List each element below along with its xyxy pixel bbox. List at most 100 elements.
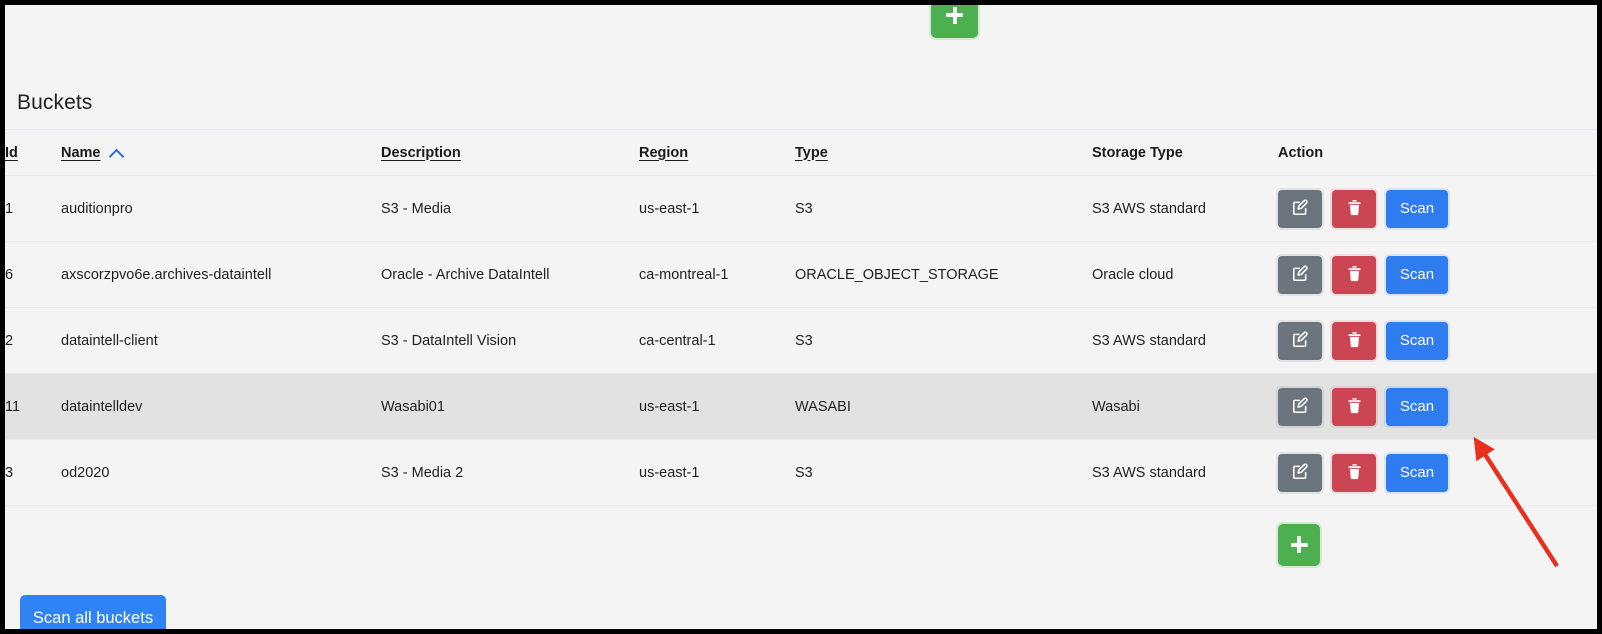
- column-header-storage-type-label: Storage Type: [1092, 144, 1183, 161]
- column-header-type-label: Type: [795, 144, 828, 161]
- column-header-action-label: Action: [1278, 144, 1324, 161]
- bucket-name: axscorzpvo6e.archives-dataintell: [61, 266, 272, 283]
- scan-bucket-button[interactable]: Scan: [1386, 387, 1448, 426]
- cell-type: S3: [795, 439, 1092, 506]
- bucket-id: 2: [5, 332, 14, 349]
- cell-id: 2: [5, 307, 61, 374]
- column-header-type[interactable]: Type: [795, 129, 1092, 176]
- column-header-id[interactable]: Id: [5, 129, 61, 176]
- edit-bucket-button[interactable]: [1278, 189, 1322, 228]
- top-toolbar: [5, 5, 1597, 67]
- bucket-id: 11: [5, 398, 21, 415]
- cell-storage-type: S3 AWS standard: [1092, 307, 1278, 374]
- table-header-row: Id Name Description Region Type Storage …: [5, 129, 1597, 176]
- column-header-region-label: Region: [639, 144, 689, 161]
- cell-id: 3: [5, 439, 61, 506]
- cell-action: Scan: [1278, 241, 1597, 308]
- add-bucket-button-bottom[interactable]: [1278, 523, 1320, 566]
- edit-bucket-button[interactable]: [1278, 453, 1322, 492]
- bucket-description: S3 - Media 2: [381, 464, 464, 481]
- scan-bucket-button[interactable]: Scan: [1386, 321, 1448, 360]
- table-body: 1 auditionpro S3 - Media us-east-1 S3 S3 AWS …: [5, 175, 1597, 506]
- table-row[interactable]: 11 dataintelldev Wasabi01 us-east-1 WASABI Wa…: [5, 373, 1597, 440]
- bucket-type: S3: [795, 200, 813, 217]
- column-header-name[interactable]: Name: [61, 129, 381, 176]
- cell-id: 1: [5, 175, 61, 242]
- delete-bucket-button[interactable]: [1332, 321, 1376, 360]
- footer-add-cell: [1278, 505, 1597, 584]
- edit-bucket-button[interactable]: [1278, 321, 1322, 360]
- trash-icon: [1346, 264, 1363, 286]
- scan-bucket-button[interactable]: Scan: [1386, 189, 1448, 228]
- bucket-storage-type: S3 AWS standard: [1092, 464, 1206, 481]
- cell-action: Scan: [1278, 373, 1597, 440]
- scan-bucket-button[interactable]: Scan: [1386, 453, 1448, 492]
- delete-bucket-button[interactable]: [1332, 189, 1376, 228]
- cell-region: us-east-1: [639, 373, 795, 440]
- cell-name: auditionpro: [61, 175, 381, 242]
- table-row[interactable]: 2 dataintell-client S3 - DataIntell Vision…: [5, 307, 1597, 374]
- add-bucket-button-top[interactable]: [931, 5, 978, 38]
- bucket-region: ca-central-1: [639, 332, 716, 349]
- bucket-name: od2020: [61, 464, 110, 481]
- bucket-type: S3: [795, 464, 813, 481]
- bucket-description: S3 - Media: [381, 200, 452, 217]
- cell-description: S3 - Media 2: [381, 439, 639, 506]
- cell-region: ca-montreal-1: [639, 241, 795, 308]
- edit-pencil-icon: [1291, 462, 1310, 484]
- table-row[interactable]: 6 axscorzpvo6e.archives-dataintell Oracle …: [5, 241, 1597, 308]
- bucket-region: ca-montreal-1: [639, 266, 729, 283]
- table-footer-row: [5, 505, 1597, 584]
- chevron-up-icon: [110, 149, 123, 157]
- cell-action: Scan: [1278, 307, 1597, 374]
- bucket-storage-type: Oracle cloud: [1092, 266, 1174, 283]
- delete-bucket-button[interactable]: [1332, 453, 1376, 492]
- cell-region: us-east-1: [639, 439, 795, 506]
- column-header-storage-type[interactable]: Storage Type: [1092, 129, 1278, 176]
- bucket-region: us-east-1: [639, 200, 700, 217]
- row-action-group: Scan: [1278, 453, 1597, 492]
- cell-region: ca-central-1: [639, 307, 795, 374]
- table-row[interactable]: 1 auditionpro S3 - Media us-east-1 S3 S3 AWS …: [5, 175, 1597, 242]
- cell-storage-type: S3 AWS standard: [1092, 175, 1278, 242]
- bucket-type: WASABI: [795, 398, 851, 415]
- cell-description: S3 - DataIntell Vision: [381, 307, 639, 374]
- delete-bucket-button[interactable]: [1332, 255, 1376, 294]
- bucket-name: dataintelldev: [61, 398, 143, 415]
- edit-bucket-button[interactable]: [1278, 255, 1322, 294]
- cell-description: Oracle - Archive DataIntell: [381, 241, 639, 308]
- bucket-storage-type: Wasabi: [1092, 398, 1140, 415]
- column-header-region[interactable]: Region: [639, 129, 795, 176]
- plus-icon: [946, 6, 963, 24]
- cell-type: ORACLE_OBJECT_STORAGE: [795, 241, 1092, 308]
- edit-bucket-button[interactable]: [1278, 387, 1322, 426]
- scan-bucket-button[interactable]: Scan: [1386, 255, 1448, 294]
- bucket-description: Wasabi01: [381, 398, 445, 415]
- cell-id: 6: [5, 241, 61, 308]
- cell-type: S3: [795, 175, 1092, 242]
- page-title: Buckets: [17, 91, 93, 114]
- bucket-id: 1: [5, 200, 14, 217]
- edit-pencil-icon: [1291, 264, 1310, 286]
- row-action-group: Scan: [1278, 189, 1597, 228]
- row-action-group: Scan: [1278, 255, 1597, 294]
- trash-icon: [1346, 198, 1363, 220]
- row-action-group: Scan: [1278, 321, 1597, 360]
- edit-pencil-icon: [1291, 396, 1310, 418]
- cell-name: axscorzpvo6e.archives-dataintell: [61, 241, 381, 308]
- edit-pencil-icon: [1291, 198, 1310, 220]
- bucket-name: auditionpro: [61, 200, 133, 217]
- cell-type: S3: [795, 307, 1092, 374]
- table-footer: [5, 505, 1597, 584]
- bucket-region: us-east-1: [639, 464, 700, 481]
- scan-all-buckets-button[interactable]: Scan all buckets: [20, 595, 166, 629]
- delete-bucket-button[interactable]: [1332, 387, 1376, 426]
- column-header-name-label: Name: [61, 144, 101, 161]
- cell-description: S3 - Media: [381, 175, 639, 242]
- cell-region: us-east-1: [639, 175, 795, 242]
- column-header-description[interactable]: Description: [381, 129, 639, 176]
- edit-pencil-icon: [1291, 330, 1310, 352]
- bucket-storage-type: S3 AWS standard: [1092, 200, 1206, 217]
- cell-storage-type: S3 AWS standard: [1092, 439, 1278, 506]
- table-row[interactable]: 3 od2020 S3 - Media 2 us-east-1 S3 S3 AWS sta…: [5, 439, 1597, 506]
